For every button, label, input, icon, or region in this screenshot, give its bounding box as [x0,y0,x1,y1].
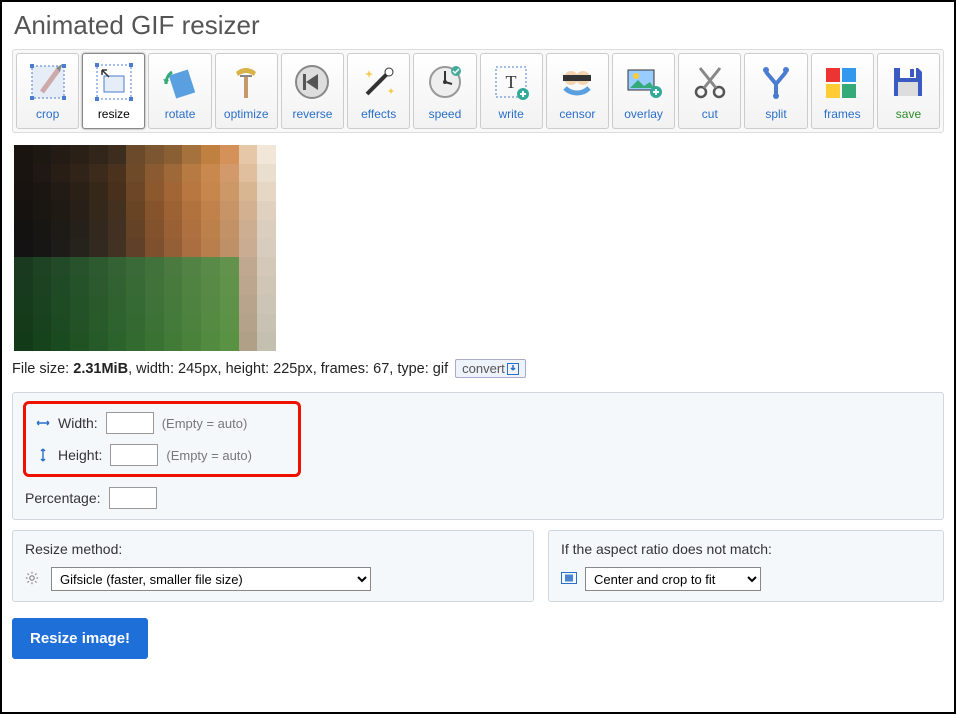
resize-icon [93,61,135,103]
tool-frames[interactable]: frames [811,53,874,129]
tool-label: reverse [292,107,332,121]
optimize-icon [225,61,267,103]
rotate-icon [159,61,201,103]
tool-crop[interactable]: crop [16,53,79,129]
tool-rotate[interactable]: rotate [148,53,211,129]
height-arrow-icon [36,448,50,462]
width-label: Width: [58,415,98,431]
tool-overlay[interactable]: overlay [612,53,675,129]
tool-split[interactable]: split [744,53,807,129]
resize-image-button[interactable]: Resize image! [12,618,148,659]
save-icon [887,61,929,103]
toolbar: crop resize rotate optimize reverse effects sp… [12,49,944,133]
tool-label: rotate [165,107,196,121]
tool-label: overlay [624,107,663,121]
resize-method-heading: Resize method: [25,541,521,557]
split-icon [755,61,797,103]
svg-text:T: T [506,72,517,92]
width-hint: (Empty = auto) [162,416,248,431]
height-label: Height: [58,447,102,463]
tool-label: write [498,107,523,121]
reverse-icon [291,61,333,103]
tool-effects[interactable]: effects [347,53,410,129]
percentage-input[interactable] [109,487,157,509]
crop-icon [561,571,577,587]
tool-label: split [765,107,786,121]
resize-method-select[interactable]: Gifsicle (faster, smaller file size) [51,567,371,591]
aspect-panel: If the aspect ratio does not match: Cent… [548,530,944,602]
write-icon: T [490,61,532,103]
frames-icon [821,61,863,103]
tool-label: censor [559,107,595,121]
tool-label: optimize [224,107,269,121]
aspect-select[interactable]: Center and crop to fit [585,567,761,591]
preview-image [12,143,278,353]
file-size-label: File size: [12,361,73,377]
tool-label: speed [429,107,462,121]
cut-icon [689,61,731,103]
width-input[interactable] [106,412,154,434]
tool-label: frames [824,107,861,121]
overlay-icon [623,61,665,103]
aspect-heading: If the aspect ratio does not match: [561,541,931,557]
resize-method-panel: Resize method: Gifsicle (faster, smaller… [12,530,534,602]
file-width: 245px [178,361,218,377]
file-info: File size: 2.31MiB, width: 245px, height… [12,359,944,378]
gear-icon [25,571,39,588]
convert-button[interactable]: convert [455,359,526,378]
height-hint: (Empty = auto) [166,448,252,463]
tool-label: save [896,107,921,121]
width-arrow-icon [36,418,50,428]
tool-cut[interactable]: cut [678,53,741,129]
censor-icon [556,61,598,103]
tool-speed[interactable]: speed [413,53,476,129]
file-size-value: 2.31MiB [73,361,128,377]
tool-label: cut [702,107,718,121]
tool-label: crop [36,107,59,121]
percentage-label: Percentage: [25,490,101,506]
file-height: 225px [273,361,313,377]
tool-resize[interactable]: resize [82,53,145,129]
crop-icon [27,61,69,103]
tool-label: resize [98,107,130,121]
tool-reverse[interactable]: reverse [281,53,344,129]
tool-write[interactable]: Twrite [480,53,543,129]
tool-censor[interactable]: censor [546,53,609,129]
dimensions-panel: Width: (Empty = auto) Height: (Empty = a… [12,392,944,520]
tool-label: effects [361,107,396,121]
file-type: gif [433,361,448,377]
download-icon [507,363,519,375]
tool-save[interactable]: save [877,53,940,129]
highlighted-dim-group: Width: (Empty = auto) Height: (Empty = a… [23,401,301,477]
speed-icon [424,61,466,103]
tool-optimize[interactable]: optimize [215,53,278,129]
effects-icon [358,61,400,103]
page-title: Animated GIF resizer [14,10,944,41]
height-input[interactable] [110,444,158,466]
file-frames: 67 [373,361,389,377]
